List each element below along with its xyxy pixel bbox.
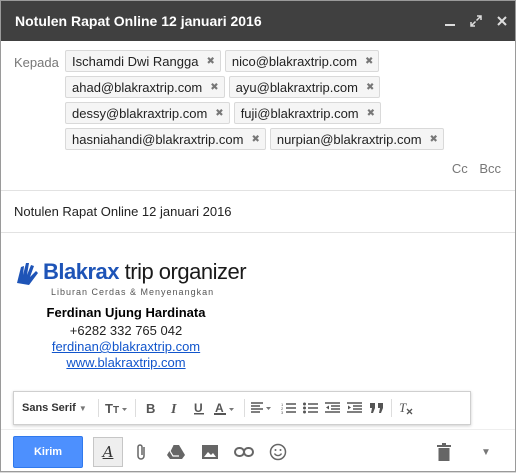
hand-logo-icon [17,263,38,285]
svg-text:U: U [194,401,203,415]
svg-text:T: T [399,401,407,415]
bulleted-list-icon[interactable] [303,394,319,422]
discard-draft-icon[interactable] [429,437,459,467]
indent-less-icon[interactable] [325,394,341,422]
insert-link-icon[interactable] [229,437,259,467]
cc-link[interactable]: Cc [452,161,468,176]
recipients-area[interactable]: Kepada Ischamdi Dwi Rangga ✖ nico@blakrax… [1,41,515,191]
close-icon[interactable] [489,1,515,41]
compose-titlebar[interactable]: Notulen Rapat Online 12 januari 2016 [1,1,515,41]
attach-file-icon[interactable] [127,437,157,467]
bold-icon[interactable]: B [142,394,160,422]
svg-text:T: T [105,401,113,415]
toolbar-divider [391,399,392,417]
logo-tagline: Liburan Cerdas & Menyenangkan [51,287,215,297]
indent-more-icon[interactable] [347,394,363,422]
svg-text:I: I [170,402,177,415]
numbered-list-icon[interactable]: 123 [281,394,297,422]
insert-photo-icon[interactable] [195,437,225,467]
formatting-toolbar: Sans Serif ▼ TT B I U A 123 T [13,391,471,425]
minimize-icon[interactable] [437,1,463,41]
recipient-chips: Ischamdi Dwi Rangga ✖ nico@blakraxtrip.co… [65,50,465,154]
emoji-icon[interactable] [263,437,293,467]
quote-icon[interactable] [369,394,385,422]
signature-email-link[interactable]: ferdinan@blakraxtrip.com [1,339,251,354]
remove-recipient-icon[interactable]: ✖ [430,134,438,145]
toolbar-divider [135,399,136,417]
svg-text:3: 3 [281,410,284,414]
more-options-icon[interactable]: ▼ [471,437,501,467]
subject-field[interactable]: Notulen Rapat Online 12 januari 2016 [1,191,515,233]
italic-icon[interactable]: I [166,394,184,422]
text-color-icon[interactable]: A [214,394,238,422]
drive-icon[interactable] [161,437,191,467]
recipient-chip[interactable]: ahad@blakraxtrip.com ✖ [65,76,225,98]
svg-text:T: T [113,405,119,415]
recipient-chip[interactable]: Ischamdi Dwi Rangga ✖ [65,50,221,72]
formatting-options-icon[interactable]: A [93,436,123,467]
to-label: Kepada [14,55,59,70]
compose-bottom-bar: Kirim A ▼ [1,429,515,473]
recipient-chip[interactable]: ayu@blakraxtrip.com ✖ [228,76,381,98]
send-button[interactable]: Kirim [13,435,83,468]
svg-text:A: A [215,401,224,415]
recipient-text: nico@blakraxtrip.com [231,53,358,69]
svg-text:B: B [146,401,155,415]
signature-name: Ferdinan Ujung Hardinata [46,305,206,320]
remove-recipient-icon[interactable]: ✖ [251,134,259,145]
remove-recipient-icon[interactable]: ✖ [206,56,214,67]
expand-icon[interactable] [463,1,489,41]
remove-recipient-icon[interactable]: ✖ [365,56,373,67]
recipient-chip[interactable]: nico@blakraxtrip.com ✖ [224,50,380,72]
toolbar-divider [98,399,99,417]
font-family-select[interactable]: Sans Serif ▼ [22,394,92,422]
font-size-icon[interactable]: TT [105,394,129,422]
recipient-chip[interactable]: hasniahandi@blakraxtrip.com ✖ [65,128,266,150]
signature-website-link[interactable]: www.blakraxtrip.com [1,355,251,370]
underline-icon[interactable]: U [190,394,208,422]
compose-window: Notulen Rapat Online 12 januari 2016 Kep… [0,0,516,472]
recipient-text: nurpian@blakraxtrip.com [276,131,422,147]
window-title: Notulen Rapat Online 12 januari 2016 [15,13,262,29]
recipient-text: hasniahandi@blakraxtrip.com [72,131,244,147]
logo-brand: Blakrax trip organizer [43,259,247,284]
cc-bcc-links: Cc Bcc [444,161,501,176]
recipient-text: dessy@blakraxtrip.com [72,105,208,121]
company-logo: Blakrax trip organizer Liburan Cerdas & … [13,257,247,301]
signature-phone: +6282 332 765 042 [69,323,183,338]
recipient-chip[interactable]: nurpian@blakraxtrip.com ✖ [269,128,444,150]
remove-recipient-icon[interactable]: ✖ [366,82,374,93]
recipient-text: ahad@blakraxtrip.com [72,79,203,95]
align-icon[interactable] [251,394,275,422]
message-body[interactable]: Blakrax trip organizer Liburan Cerdas & … [1,233,515,383]
recipient-chip[interactable]: dessy@blakraxtrip.com ✖ [65,102,230,124]
recipient-chip[interactable]: fuji@blakraxtrip.com ✖ [233,102,382,124]
recipient-text: Ischamdi Dwi Rangga [72,53,199,69]
remove-formatting-icon[interactable]: T [398,394,414,422]
remove-recipient-icon[interactable]: ✖ [210,82,218,93]
bcc-link[interactable]: Bcc [479,161,501,176]
toolbar-divider [244,399,245,417]
remove-recipient-icon[interactable]: ✖ [215,108,223,119]
recipient-text: ayu@blakraxtrip.com [235,79,358,95]
remove-recipient-icon[interactable]: ✖ [367,108,375,119]
recipient-text: fuji@blakraxtrip.com [240,105,359,121]
